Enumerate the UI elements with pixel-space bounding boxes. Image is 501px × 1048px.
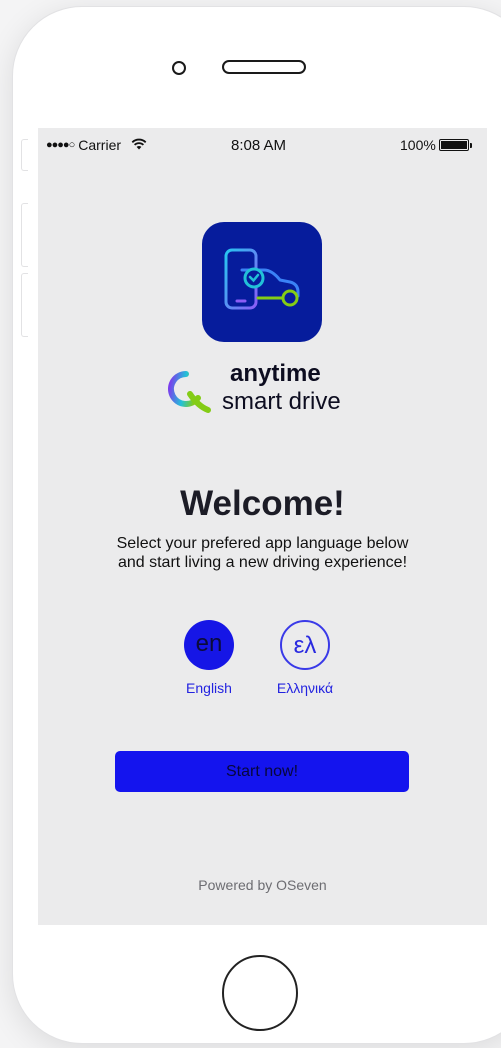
earpiece-speaker xyxy=(222,60,306,74)
battery-icon xyxy=(438,139,472,151)
language-label-english[interactable]: English xyxy=(164,680,254,696)
status-time: 8:08 AM xyxy=(231,137,287,154)
powered-by-footer: Powered by OSeven xyxy=(198,877,327,893)
welcome-subtitle-line-2: and start living a new driving experienc… xyxy=(117,554,408,571)
app-icon xyxy=(202,222,322,342)
mute-switch xyxy=(21,139,28,171)
signal-strength-icon: ●●●●○ xyxy=(46,139,75,151)
status-left: ●●●●○ Carrier xyxy=(46,137,147,153)
language-option-english[interactable]: en English xyxy=(164,620,254,696)
device-stage: ●●●●○ Carrier 8:08 AM 100% anytime smart… xyxy=(0,0,501,1048)
language-code-en[interactable]: en xyxy=(184,620,234,670)
battery-percent: 100% xyxy=(400,137,436,153)
start-now-button[interactable]: Start now! xyxy=(115,751,409,792)
welcome-title: Welcome! xyxy=(180,484,345,523)
welcome-subtitle: Select your prefered app language below … xyxy=(58,534,467,572)
volume-down-button xyxy=(21,273,28,337)
logo-word-smart-drive: smart drive xyxy=(222,388,341,415)
language-option-greek[interactable]: ελ Ελληνικά xyxy=(260,620,350,696)
home-button[interactable] xyxy=(222,955,298,1031)
logo-word-anytime: anytime xyxy=(230,360,321,387)
front-camera xyxy=(172,61,186,75)
language-label-greek[interactable]: Ελληνικά xyxy=(260,680,350,696)
welcome-subtitle-line-1: Select your prefered app language below xyxy=(116,535,409,552)
phone-car-icon xyxy=(224,248,300,310)
volume-up-button xyxy=(21,203,28,267)
status-bar: ●●●●○ Carrier 8:08 AM 100% xyxy=(38,128,487,162)
language-code-el[interactable]: ελ xyxy=(280,620,330,670)
carrier-name: Carrier xyxy=(78,137,122,153)
anytime-logo-mark xyxy=(168,371,211,413)
wifi-icon xyxy=(131,137,147,153)
status-right: 100% xyxy=(400,137,472,153)
app-screen: ●●●●○ Carrier 8:08 AM 100% anytime smart… xyxy=(38,128,487,925)
brand-logo: anytime smart drive xyxy=(158,360,378,420)
